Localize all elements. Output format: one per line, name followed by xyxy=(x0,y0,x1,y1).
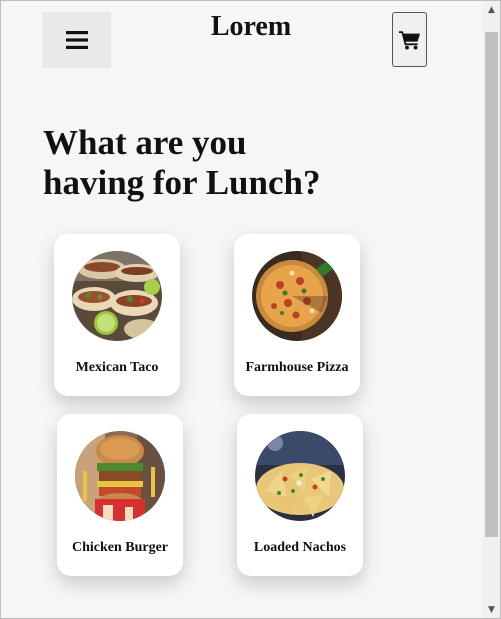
heading-line-1: What are you xyxy=(43,123,247,162)
triangle-up-icon[interactable]: ▲ xyxy=(483,1,500,18)
heading-line-2: having for Lunch? xyxy=(43,163,321,202)
menu-card-loaded-nachos[interactable]: Loaded Nachos xyxy=(237,414,363,576)
menu-card-farmhouse-pizza[interactable]: Farmhouse Pizza xyxy=(234,234,360,396)
brand-title: Lorem xyxy=(210,11,292,42)
tacos-photo xyxy=(72,251,162,341)
menu-card-label: Loaded Nachos xyxy=(253,540,347,555)
menu-button[interactable] xyxy=(42,12,111,68)
triangle-down-icon[interactable]: ▼ xyxy=(483,601,500,618)
vertical-scrollbar[interactable]: ▲ ▼ xyxy=(483,1,500,618)
scrollbar-thumb[interactable] xyxy=(485,32,498,537)
shopping-cart-icon xyxy=(398,30,420,49)
browser-frame: Lorem What are you having for Lunch? Mex… xyxy=(0,0,501,619)
menu-card-chicken-burger[interactable]: Chicken Burger xyxy=(57,414,183,576)
burger-photo xyxy=(75,431,165,521)
pizza-photo xyxy=(252,251,342,341)
cart-button[interactable] xyxy=(392,12,427,67)
nachos-photo xyxy=(255,431,345,521)
menu-card-label: Chicken Burger xyxy=(71,540,169,555)
menu-card-label: Farmhouse Pizza xyxy=(245,360,349,375)
page-viewport: Lorem What are you having for Lunch? Mex… xyxy=(1,1,483,618)
menu-card-mexican-taco[interactable]: Mexican Taco xyxy=(54,234,180,396)
menu-card-label: Mexican Taco xyxy=(75,360,159,375)
page-heading: What are you having for Lunch? xyxy=(43,123,363,203)
hamburger-icon xyxy=(65,31,88,49)
